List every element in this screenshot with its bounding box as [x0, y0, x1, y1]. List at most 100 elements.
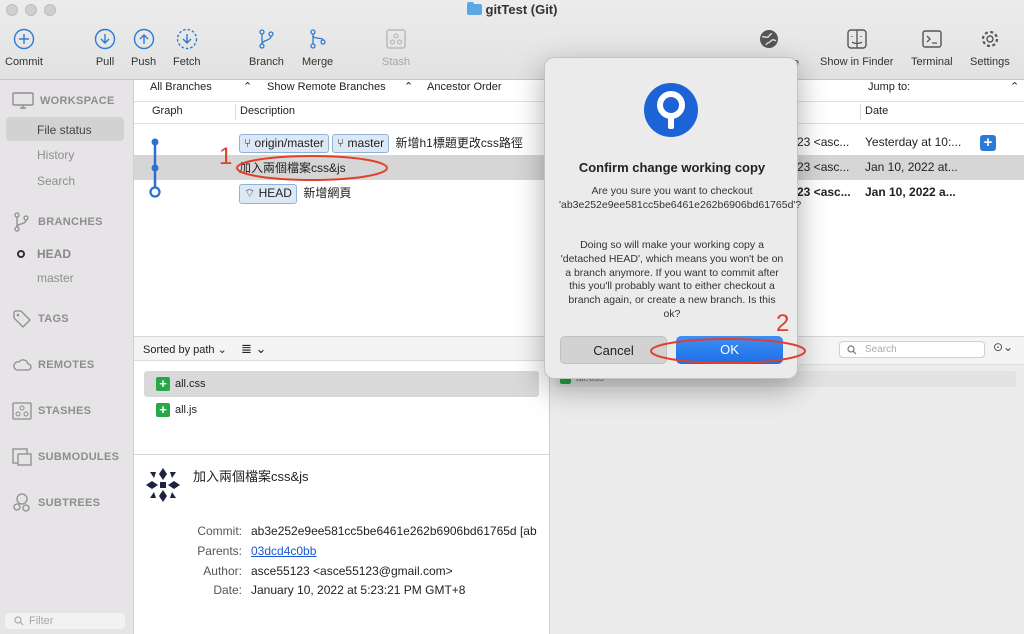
- dashed-arrow-down-circle-icon: [176, 28, 197, 50]
- sidebar-section-stashes[interactable]: STASHES: [12, 402, 91, 420]
- commit-hash: ab3e252e9ee581cc5be6461e262b6906bd61765d…: [251, 524, 537, 538]
- annotation-ellipse-2: [650, 338, 806, 364]
- branch-filter-select[interactable]: All Branches: [150, 80, 212, 102]
- sort-select[interactable]: Sorted by path ⌄: [143, 343, 227, 356]
- added-file-icon: +: [156, 403, 170, 417]
- sidebar-section-tags[interactable]: TAGS: [12, 309, 69, 329]
- date-column-header[interactable]: Date: [865, 105, 888, 117]
- remote-button[interactable]: [758, 28, 780, 56]
- sidebar-item-history[interactable]: History: [37, 148, 74, 162]
- file-row[interactable]: + all.js: [144, 397, 539, 423]
- push-button[interactable]: Push: [131, 28, 156, 68]
- commit-graph: [149, 138, 161, 198]
- subtree-icon: [13, 493, 30, 512]
- settings-button[interactable]: Settings: [970, 28, 1010, 68]
- graph-column-header[interactable]: Graph: [152, 105, 183, 117]
- sidebar-item-head[interactable]: HEAD: [37, 247, 71, 261]
- changed-files-pane: Sorted by path ⌄ ≣ ⌄ + all.css + all.js: [134, 336, 549, 454]
- annotation-number-2: 2: [776, 310, 790, 337]
- column-divider[interactable]: [235, 104, 236, 120]
- stash-button[interactable]: Stash: [382, 28, 410, 68]
- author-label: Author:: [203, 564, 242, 578]
- merge-icon: [309, 29, 326, 49]
- sidebar-section-remotes[interactable]: REMOTES: [12, 358, 95, 372]
- show-in-finder-button[interactable]: Show in Finder: [820, 28, 893, 68]
- sort-bar: Sorted by path ⌄ ≣ ⌄: [134, 337, 549, 361]
- remote-filter-select[interactable]: Show Remote Branches: [267, 80, 386, 102]
- file-row[interactable]: + all.css: [144, 371, 539, 397]
- parent-commit-link[interactable]: 03dcd4c0bb: [251, 544, 316, 558]
- commit-author: 23 <asc...: [797, 185, 851, 199]
- monitor-icon: [12, 92, 34, 109]
- title-bar: gitTest (Git) Commit Pull Push Fetch Bra…: [0, 0, 1024, 80]
- branch-icon: [14, 212, 29, 232]
- date-value: January 10, 2022 at 5:23:21 PM GMT+8: [251, 583, 466, 597]
- add-button[interactable]: +: [980, 135, 996, 151]
- finder-icon: [846, 29, 867, 49]
- gear-icon: [981, 30, 998, 48]
- commit-details: 加入兩個檔案css&js Commit: ab3e252e9ee581cc5be…: [134, 454, 549, 634]
- order-select[interactable]: Ancestor Order: [427, 80, 502, 102]
- merge-button[interactable]: Merge: [302, 28, 333, 68]
- search-input[interactable]: Search: [839, 341, 985, 358]
- plus-circle-icon: [13, 28, 35, 50]
- commit-subject: 加入兩個檔案css&js: [193, 469, 309, 484]
- branch-button[interactable]: Branch: [249, 28, 284, 68]
- branch-filter-chevron-icon: ⌃: [243, 81, 253, 93]
- sidebar: WORKSPACE File status History Search BRA…: [0, 80, 134, 634]
- commit-button[interactable]: Commit: [5, 28, 43, 68]
- more-options-icon[interactable]: ⊙⌄: [993, 340, 1013, 354]
- branch-icon: [259, 29, 275, 49]
- tag-icon: [13, 310, 31, 328]
- author-value: asce55123 <asce55123@gmail.com>: [251, 564, 453, 578]
- pull-button[interactable]: Pull: [94, 28, 116, 68]
- annotation-ellipse-1: [236, 155, 388, 181]
- column-divider[interactable]: [860, 104, 861, 120]
- folder-icon: [466, 2, 482, 15]
- stash-icon: [386, 29, 406, 49]
- fetch-button[interactable]: Fetch: [173, 28, 201, 68]
- sidebar-filter-input[interactable]: Filter: [5, 613, 125, 629]
- commit-date: Jan 10, 2022 at...: [865, 160, 958, 174]
- sourcetree-logo-icon: [644, 83, 698, 137]
- sidebar-section-workspace[interactable]: WORKSPACE: [12, 92, 115, 109]
- current-branch-indicator-icon: [17, 250, 25, 258]
- description-column-header[interactable]: Description: [240, 105, 295, 117]
- dialog-message-checkout: Are you sure you want to checkout 'ab3e2…: [559, 185, 802, 211]
- window-title: gitTest (Git): [0, 2, 1024, 17]
- search-icon: [14, 616, 24, 626]
- cloud-icon: [13, 359, 32, 371]
- commit-message: 新增h1標題更改css路徑: [395, 136, 523, 150]
- added-file-icon: +: [156, 377, 170, 391]
- search-icon: [847, 345, 857, 355]
- commit-message: 新增網頁: [303, 186, 352, 200]
- terminal-button[interactable]: Terminal: [911, 28, 953, 68]
- diff-pane: Search ⊙⌄ all.css: [549, 336, 1024, 634]
- commit-author: 23 <asc...: [797, 160, 850, 174]
- sidebar-section-subtrees[interactable]: SUBTREES: [12, 493, 100, 513]
- globe-icon: [760, 30, 778, 48]
- sidebar-section-branches[interactable]: BRANCHES: [12, 212, 103, 232]
- commit-hash-label: Commit:: [197, 524, 242, 538]
- sidebar-item-master[interactable]: master: [37, 271, 74, 285]
- branch-tag[interactable]: ⑂ master: [331, 134, 390, 153]
- commit-author: 23 <asc...: [797, 135, 850, 149]
- jump-to-select[interactable]: Jump to:: [868, 80, 910, 102]
- dialog-message-detached-head: Doing so will make your working copy a '…: [560, 239, 784, 320]
- date-label: Date:: [213, 583, 242, 597]
- remote-filter-chevron-icon: ⌃: [404, 81, 414, 93]
- jump-to-chevron-icon: ⌃: [1010, 81, 1020, 93]
- list-view-icon[interactable]: ≣ ⌄: [241, 341, 266, 357]
- dialog-title: Confirm change working copy: [578, 160, 766, 175]
- branch-tag[interactable]: ⑂ origin/master: [239, 134, 329, 153]
- annotation-number-1: 1: [219, 143, 233, 170]
- parents-label: Parents:: [197, 544, 242, 558]
- commit-description: ⌔ HEAD 新增網頁: [239, 184, 351, 204]
- head-tag[interactable]: ⌔ HEAD: [239, 184, 297, 204]
- confirm-checkout-dialog: Confirm change working copy Are you sure…: [544, 57, 802, 379]
- sidebar-item-file-status[interactable]: File status: [37, 123, 92, 137]
- sidebar-section-submodules[interactable]: SUBMODULES: [12, 448, 119, 466]
- terminal-icon: [922, 30, 942, 48]
- submodule-icon: [12, 448, 32, 466]
- sidebar-item-search[interactable]: Search: [37, 174, 75, 188]
